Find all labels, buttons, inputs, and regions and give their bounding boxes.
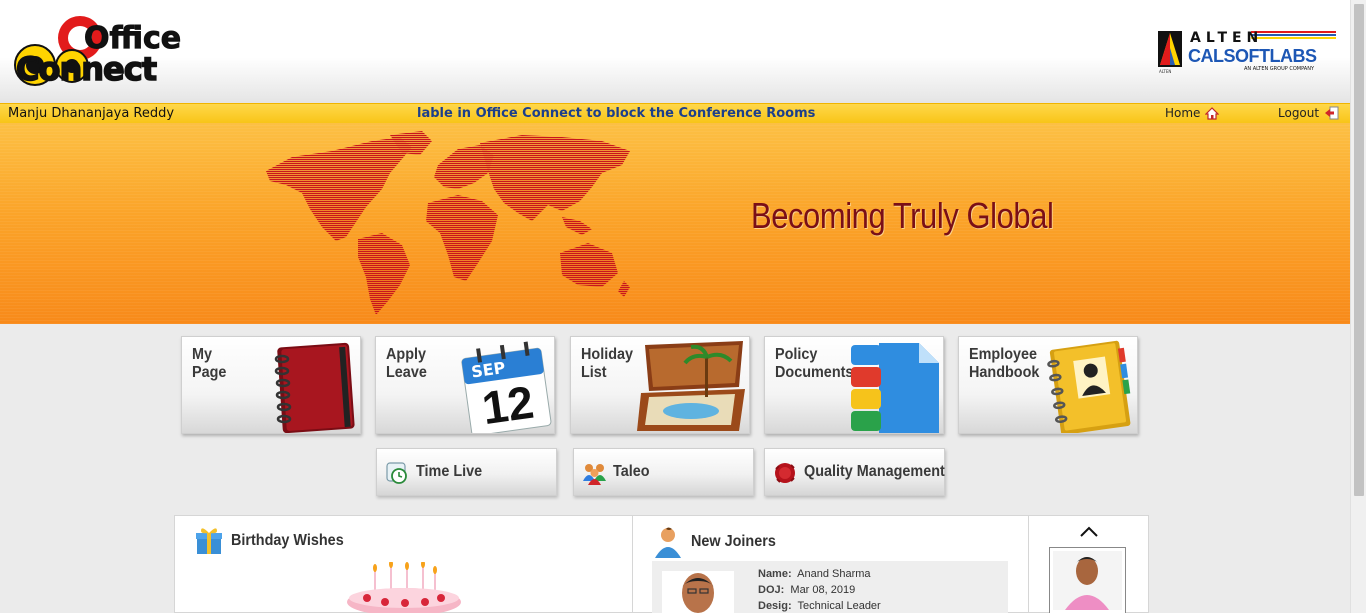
tile-holiday-list[interactable]: Holiday List xyxy=(570,336,750,434)
tile-my-page[interactable]: My Page xyxy=(181,336,361,434)
scrollbar-thumb[interactable] xyxy=(1354,4,1364,496)
svg-text:ALTEN: ALTEN xyxy=(1159,69,1171,74)
calendar-icon: SEP 12 xyxy=(461,341,552,433)
joiner-details: Name: Anand Sharma DOJ: Mar 08, 2019 Des… xyxy=(758,568,881,612)
new-joiners-heading: New Joiners xyxy=(653,526,785,558)
tile-label: Policy Documents xyxy=(775,346,854,381)
alten-calsoft-logo[interactable]: ALTEN ALTEN CALSOFTLABS AN ALTEN GROUP C… xyxy=(1158,28,1338,74)
world-map-graphic xyxy=(266,131,630,314)
joiner-name: Anand Sharma xyxy=(797,568,871,580)
tile-label: Employee Handbook xyxy=(969,346,1040,381)
hero-banner: Becoming Truly Global xyxy=(0,123,1350,324)
home-label: Home xyxy=(1165,106,1201,120)
quality-management-label: Quality Management xyxy=(804,463,945,480)
svg-text:Connect: Connect xyxy=(16,50,157,86)
svg-text:AN ALTEN GROUP COMPANY: AN ALTEN GROUP COMPANY xyxy=(1244,66,1315,72)
panel-divider xyxy=(632,516,633,613)
taleo-label: Taleo xyxy=(613,463,650,480)
svg-text:12: 12 xyxy=(479,376,537,433)
tile-employee-handbook[interactable]: Employee Handbook xyxy=(958,336,1138,434)
tile-policy-documents[interactable]: Policy Documents xyxy=(764,336,944,434)
people-icon xyxy=(583,464,606,485)
top-nav-bar: Manju Dhananjaya Reddy lable in Office C… xyxy=(0,103,1350,123)
joiner-photo xyxy=(662,571,734,613)
logout-icon xyxy=(1325,106,1339,120)
tile-label: Apply Leave xyxy=(386,346,427,381)
profile-photo-frame[interactable] xyxy=(1049,547,1126,613)
birthday-wishes-heading: Birthday Wishes xyxy=(195,526,356,556)
svg-text:CALSOFTLABS: CALSOFTLABS xyxy=(1188,46,1317,66)
home-link[interactable]: Home xyxy=(1165,106,1220,120)
home-icon xyxy=(1205,106,1220,120)
joiner-doj: Mar 08, 2019 xyxy=(790,584,856,596)
notebook-icon xyxy=(274,342,355,433)
clock-icon xyxy=(386,462,407,484)
vertical-scrollbar[interactable] xyxy=(1350,0,1366,613)
joiner-card[interactable]: Name: Anand Sharma DOJ: Mar 08, 2019 Des… xyxy=(652,561,1008,613)
logout-link[interactable]: Logout xyxy=(1278,106,1340,120)
logout-label: Logout xyxy=(1278,106,1320,120)
seal-icon xyxy=(775,463,795,483)
time-live-label: Time Live xyxy=(416,463,483,480)
chevron-up-icon[interactable] xyxy=(1079,526,1099,538)
address-book-icon xyxy=(1047,340,1131,433)
office-connect-logo[interactable]: Office Connect xyxy=(12,14,197,86)
taleo-button[interactable]: Taleo xyxy=(573,448,754,496)
person-icon xyxy=(655,527,681,558)
time-live-button[interactable]: Time Live xyxy=(376,448,557,496)
tile-apply-leave[interactable]: Apply Leave SEP 12 xyxy=(375,336,555,434)
joiner-designation: Technical Leader xyxy=(797,600,881,612)
birthday-cake-image xyxy=(347,562,461,613)
panel-divider xyxy=(1028,516,1029,613)
document-icon xyxy=(851,343,939,433)
suitcase-icon xyxy=(637,341,745,431)
svg-text:ALTEN: ALTEN xyxy=(1190,30,1263,46)
tile-label: My Page xyxy=(192,346,227,381)
banner-title: Becoming Truly Global xyxy=(751,195,1054,236)
info-panels: Birthday Wishes New Joiners Name: Anand … xyxy=(174,515,1149,613)
page-header: Office Connect ALTEN ALTEN CALSOFTLABS A… xyxy=(0,0,1350,104)
user-name: Manju Dhananjaya Reddy xyxy=(8,106,175,121)
profile-photo xyxy=(1053,551,1122,610)
announcement-marquee[interactable]: lable in Office Connect to block the Con… xyxy=(417,106,815,121)
gift-icon xyxy=(196,528,222,554)
quality-management-button[interactable]: Quality Management xyxy=(764,448,945,496)
